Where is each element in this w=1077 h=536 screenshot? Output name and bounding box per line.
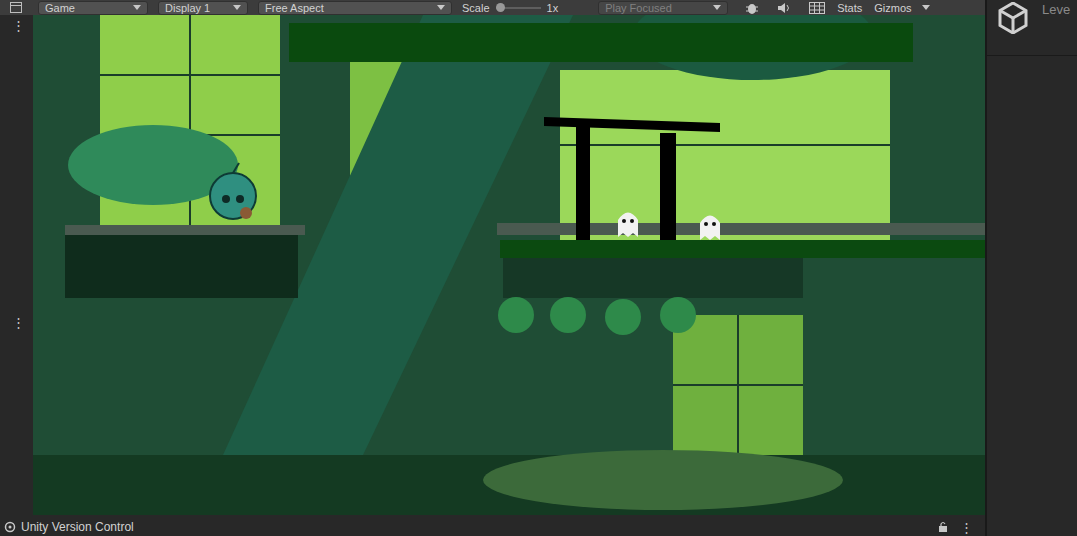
- inspector-panel: Leve: [987, 0, 1077, 536]
- scale-label: Scale: [462, 2, 490, 14]
- toolbar-toggle[interactable]: Gizmos: [872, 2, 913, 14]
- panel-menu-button[interactable]: ⋮: [960, 520, 973, 535]
- unity-editor: Game Display 1 Free Aspect Scale 1x Play Focu…: [0, 0, 1077, 536]
- ghost-enemy: [700, 216, 720, 241]
- dropdown-arrow-icon: [713, 5, 721, 10]
- slider-knob[interactable]: [496, 3, 505, 12]
- gate: [544, 117, 720, 240]
- inspector-tab[interactable]: Leve: [1042, 2, 1070, 17]
- game-scene[interactable]: [33, 15, 985, 515]
- speaker-icon[interactable]: [777, 1, 791, 15]
- dropdown-arrow-icon: [133, 5, 141, 10]
- scale-reading: 1x: [547, 2, 559, 14]
- ghost-enemy: [618, 213, 638, 238]
- view-dropdowns: Game Display 1 Free Aspect: [38, 1, 452, 15]
- bug-icon[interactable]: [745, 1, 759, 15]
- inspector-header: Leve: [987, 0, 1077, 56]
- play-mode-dropdown[interactable]: Play Focused: [598, 1, 728, 15]
- player-character: [210, 163, 256, 219]
- lock-icon[interactable]: [938, 521, 948, 533]
- version-control-bar: Unity Version Control ⋮: [0, 518, 985, 536]
- toolbar-dropdown[interactable]: Game: [38, 1, 148, 15]
- version-control-icon: [4, 521, 16, 533]
- scale-control: Scale 1x: [462, 2, 558, 14]
- panel-menu-button[interactable]: ⋮: [0, 316, 25, 330]
- toolbar-icons: [745, 1, 825, 15]
- game-toolbar: Game Display 1 Free Aspect Scale 1x Play Focu…: [0, 0, 985, 15]
- view-toggles: Stats Gizmos: [835, 2, 929, 14]
- game-viewport[interactable]: [33, 15, 985, 515]
- toolbar-dropdown[interactable]: Display 1: [158, 1, 248, 15]
- workspace: ⋮⋮: [0, 15, 985, 518]
- toolbar-dropdown[interactable]: Free Aspect: [258, 1, 452, 15]
- panel-layout-icon[interactable]: [10, 2, 22, 13]
- bottom-controls: ⋮: [938, 520, 973, 535]
- grid-icon[interactable]: [809, 2, 825, 14]
- dropdown-arrow-icon[interactable]: [922, 5, 930, 10]
- panel-menu-button[interactable]: ⋮: [0, 19, 25, 33]
- scale-slider[interactable]: [496, 7, 541, 9]
- unity-logo-icon: [998, 2, 1028, 34]
- toolbar-toggle[interactable]: Stats: [835, 2, 864, 14]
- side-strip: ⋮⋮: [0, 15, 33, 518]
- dropdown-arrow-icon: [233, 5, 241, 10]
- game-panel: Game Display 1 Free Aspect Scale 1x Play Focu…: [0, 0, 987, 536]
- version-control-tab[interactable]: Unity Version Control: [4, 520, 134, 534]
- dropdown-arrow-icon: [437, 5, 445, 10]
